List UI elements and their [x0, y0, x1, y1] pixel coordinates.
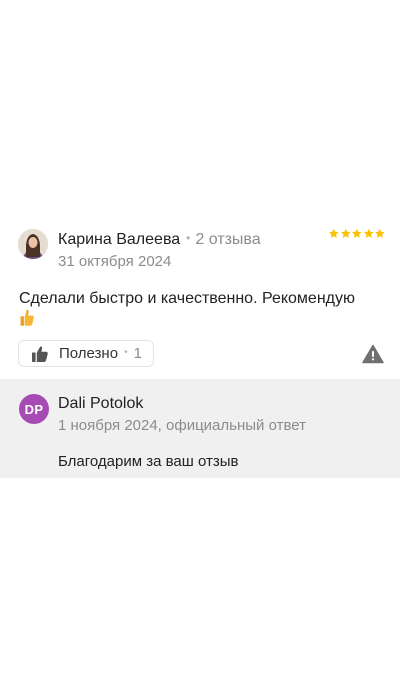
- author-photo: [18, 229, 48, 259]
- star-icon: [363, 228, 374, 238]
- helpful-count: 1: [133, 345, 142, 362]
- review-text: Сделали быстро и качественно. Рекомендую: [19, 290, 355, 307]
- reply-text: Благодарим за ваш отзыв: [58, 453, 239, 470]
- business-name[interactable]: Dali Potolok: [58, 395, 143, 413]
- avatar-initials: DP: [24, 401, 44, 417]
- rating-stars: [328, 228, 386, 239]
- star-icon: [375, 228, 385, 238]
- star-icon: [328, 228, 339, 238]
- business-avatar[interactable]: DP: [19, 394, 49, 424]
- author-name-line: Карина Валеева • 2 отзыва: [58, 231, 261, 249]
- like-icon: [32, 346, 48, 362]
- review-text-block: Сделали быстро и качественно. Рекомендую: [19, 288, 381, 330]
- author-avatar[interactable]: [18, 229, 48, 259]
- thumbs-up-emoji-icon: [20, 309, 34, 326]
- separator-dot: •: [124, 347, 128, 358]
- review-card: Карина Валеева • 2 отзыва 31 октября 2024 …: [0, 0, 400, 700]
- separator-dot: •: [186, 231, 191, 245]
- helpful-label: Полезно: [59, 345, 119, 362]
- author-name[interactable]: Карина Валеева: [58, 231, 180, 248]
- helpful-button[interactable]: Полезно • 1: [18, 340, 154, 367]
- warning-icon[interactable]: [362, 344, 384, 364]
- official-reply: DP Dali Potolok 1 ноября 2024, официальн…: [0, 379, 400, 478]
- review-date: 31 октября 2024: [58, 253, 172, 270]
- star-icon: [352, 228, 362, 238]
- star-icon: [340, 228, 351, 238]
- author-reviews-count[interactable]: 2 отзыва: [195, 231, 260, 248]
- reply-meta: 1 ноября 2024, официальный ответ: [58, 417, 306, 434]
